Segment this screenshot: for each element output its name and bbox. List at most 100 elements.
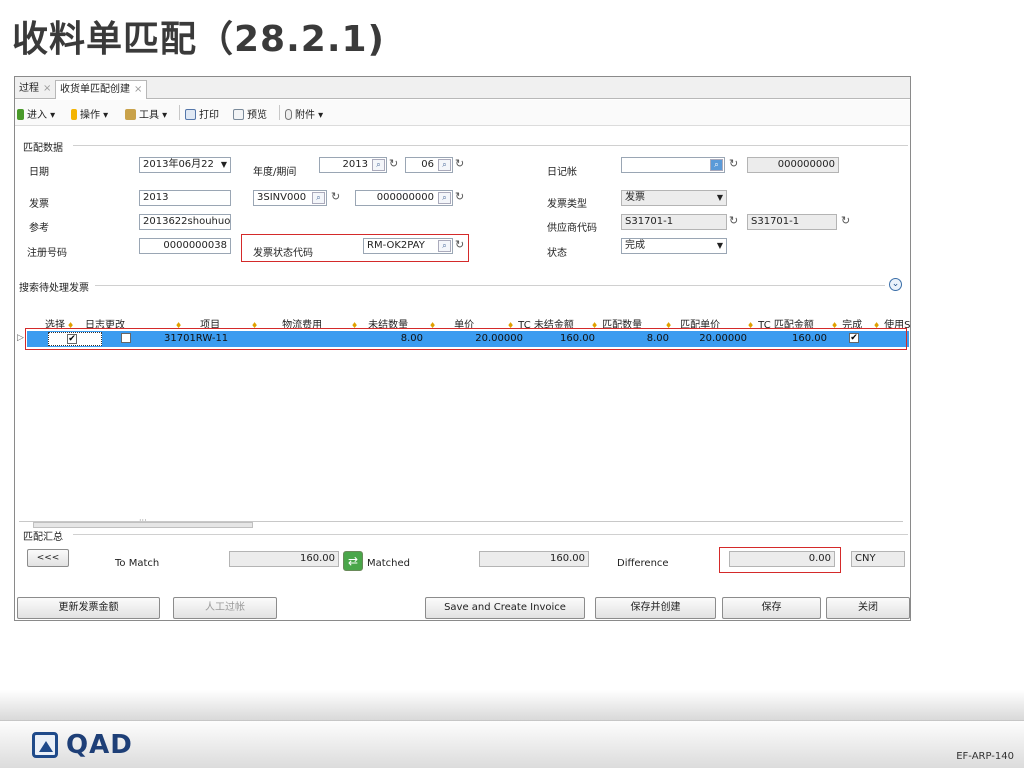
journal-number-field: 000000000: [747, 157, 839, 173]
reference-label: 参考: [29, 223, 49, 234]
refresh-icon[interactable]: ↻: [389, 157, 398, 170]
refresh-icon[interactable]: ↻: [455, 157, 464, 170]
save-button[interactable]: 保存: [722, 597, 821, 619]
update-invoice-amount-button[interactable]: 更新发票金额: [17, 597, 160, 619]
invoice-number-value: 000000000: [376, 192, 434, 203]
refresh-icon[interactable]: ↻: [455, 238, 464, 251]
status-label: 状态: [547, 248, 567, 259]
row-highlight-box: [25, 328, 907, 350]
status-select[interactable]: 完成 ▼: [621, 238, 727, 254]
close-icon[interactable]: ×: [43, 83, 51, 94]
lookup-icon[interactable]: ⌕: [438, 159, 451, 171]
footer-gradient: [0, 690, 1024, 720]
invoice-type-value: 发票: [625, 192, 645, 203]
enter-menu[interactable]: 进入 ▾: [17, 106, 55, 121]
dropdown-arrow-icon[interactable]: ▼: [717, 239, 723, 253]
supplier-code-value: S31701-1: [625, 216, 674, 227]
operate-icon: [71, 109, 77, 120]
currency-value: CNY: [855, 553, 876, 564]
manual-post-button[interactable]: 人工过帐: [173, 597, 277, 619]
operate-menu[interactable]: 操作 ▾: [71, 106, 108, 121]
preview-button[interactable]: 预览: [233, 106, 267, 121]
reference-field[interactable]: 2013622shouhuo: [139, 214, 231, 230]
close-button[interactable]: 关闭: [826, 597, 910, 619]
invoice-field[interactable]: 2013: [139, 190, 231, 206]
date-value: 2013年06月22: [143, 159, 214, 170]
lookup-icon[interactable]: ⌕: [438, 240, 451, 252]
qad-logo-mark-icon: [32, 732, 58, 758]
refresh-icon[interactable]: ↻: [455, 190, 464, 203]
tab-receipt-match-label: 收货单匹配创建: [60, 84, 130, 95]
invoice-label: 发票: [29, 199, 49, 210]
expand-icon[interactable]: ⌄: [889, 278, 902, 291]
currency-field: CNY: [851, 551, 905, 567]
tools-icon: [125, 109, 136, 120]
refresh-icon[interactable]: ↻: [331, 190, 340, 203]
scroll-grip: ···: [139, 516, 147, 525]
tools-label: 工具 ▾: [139, 110, 168, 121]
date-label: 日期: [29, 167, 49, 178]
lookup-icon[interactable]: ⌕: [312, 192, 325, 204]
matched-label: Matched: [367, 558, 411, 569]
horizontal-scrollbar[interactable]: ···: [19, 516, 903, 528]
journal-label: 日记帐: [547, 167, 577, 178]
registration-field[interactable]: 0000000038: [139, 238, 231, 254]
grid-header: 选择 ♦ 日志更改 ♦ 项目 ♦ 物流费用 ♦ 未结数量 ♦ 单价 ♦ TC 未结金额 ♦ 匹…: [15, 315, 910, 331]
supplier-code-field-2: S31701-1: [747, 214, 837, 230]
period-label: 年度/期间: [253, 167, 297, 178]
supplier-code-value-2: S31701-1: [751, 216, 800, 227]
slide-code: EF-ARP-140: [956, 751, 1014, 762]
invoice-series-value: 3SINV000: [257, 192, 307, 203]
attach-menu[interactable]: 附件 ▾: [285, 106, 323, 121]
journal-number-value: 000000000: [777, 159, 835, 170]
difference-value: 0.00: [808, 553, 831, 564]
lookup-icon[interactable]: ⌕: [438, 192, 451, 204]
invoice-type-select[interactable]: 发票 ▼: [621, 190, 727, 206]
invoice-status-field[interactable]: RM-OK2PAY ⌕: [363, 238, 453, 254]
match-data-group-label: 匹配数据: [23, 143, 63, 154]
save-and-create-button[interactable]: 保存并创建: [595, 597, 716, 619]
print-button[interactable]: 打印: [185, 106, 219, 121]
printer-icon: [185, 109, 196, 120]
toolbar-divider: [179, 105, 180, 120]
dropdown-arrow-icon[interactable]: ▼: [221, 158, 227, 172]
refresh-icon[interactable]: ↻: [729, 157, 738, 170]
reference-value: 2013622shouhuo: [143, 216, 231, 227]
tab-receipt-match-create[interactable]: 收货单匹配创建 ×: [55, 80, 148, 99]
dropdown-arrow-icon[interactable]: ▼: [717, 191, 723, 205]
date-field[interactable]: 2013年06月22 ▼: [139, 157, 231, 173]
preview-icon: [233, 109, 244, 120]
search-icon[interactable]: ⌕: [710, 159, 723, 171]
journal-field[interactable]: ⌕: [621, 157, 725, 173]
toolbar-divider: [279, 105, 280, 120]
status-value: 完成: [625, 240, 645, 251]
year-field[interactable]: 2013 ⌕: [319, 157, 387, 173]
invoice-series-field[interactable]: 3SINV000 ⌕: [253, 190, 327, 206]
search-pending-label: 搜索待处理发票: [19, 283, 89, 294]
invoice-value: 2013: [143, 192, 169, 203]
slide-footer: QAD EF-ARP-140: [0, 720, 1024, 768]
invoice-number-field[interactable]: 000000000 ⌕: [355, 190, 453, 206]
close-icon[interactable]: ×: [134, 84, 142, 95]
to-match-value: 160.00: [300, 553, 335, 564]
operate-label: 操作 ▾: [80, 110, 109, 121]
group-divider: [73, 534, 908, 535]
sync-icon[interactable]: ⇄: [343, 551, 363, 571]
toolbar: 进入 ▾ 操作 ▾ 工具 ▾ 打印 预览 附件 ▾: [15, 100, 910, 126]
lookup-icon[interactable]: ⌕: [372, 159, 385, 171]
qad-logo-text: QAD: [66, 730, 133, 760]
year-value: 2013: [342, 159, 368, 170]
period-field[interactable]: 06 ⌕: [405, 157, 453, 173]
paperclip-icon: [285, 109, 292, 120]
refresh-icon[interactable]: ↻: [841, 214, 850, 227]
tools-menu[interactable]: 工具 ▾: [125, 106, 167, 121]
invoice-type-label: 发票类型: [547, 199, 587, 210]
difference-field: 0.00: [729, 551, 835, 567]
difference-label: Difference: [617, 558, 669, 569]
matched-value: 160.00: [550, 553, 585, 564]
save-and-create-invoice-button[interactable]: Save and Create Invoice: [425, 597, 585, 619]
registration-label: 注册号码: [27, 248, 67, 259]
refresh-icon[interactable]: ↻: [729, 214, 738, 227]
tab-process[interactable]: 过程 ×: [15, 80, 55, 99]
back-button[interactable]: <<<: [27, 549, 69, 567]
